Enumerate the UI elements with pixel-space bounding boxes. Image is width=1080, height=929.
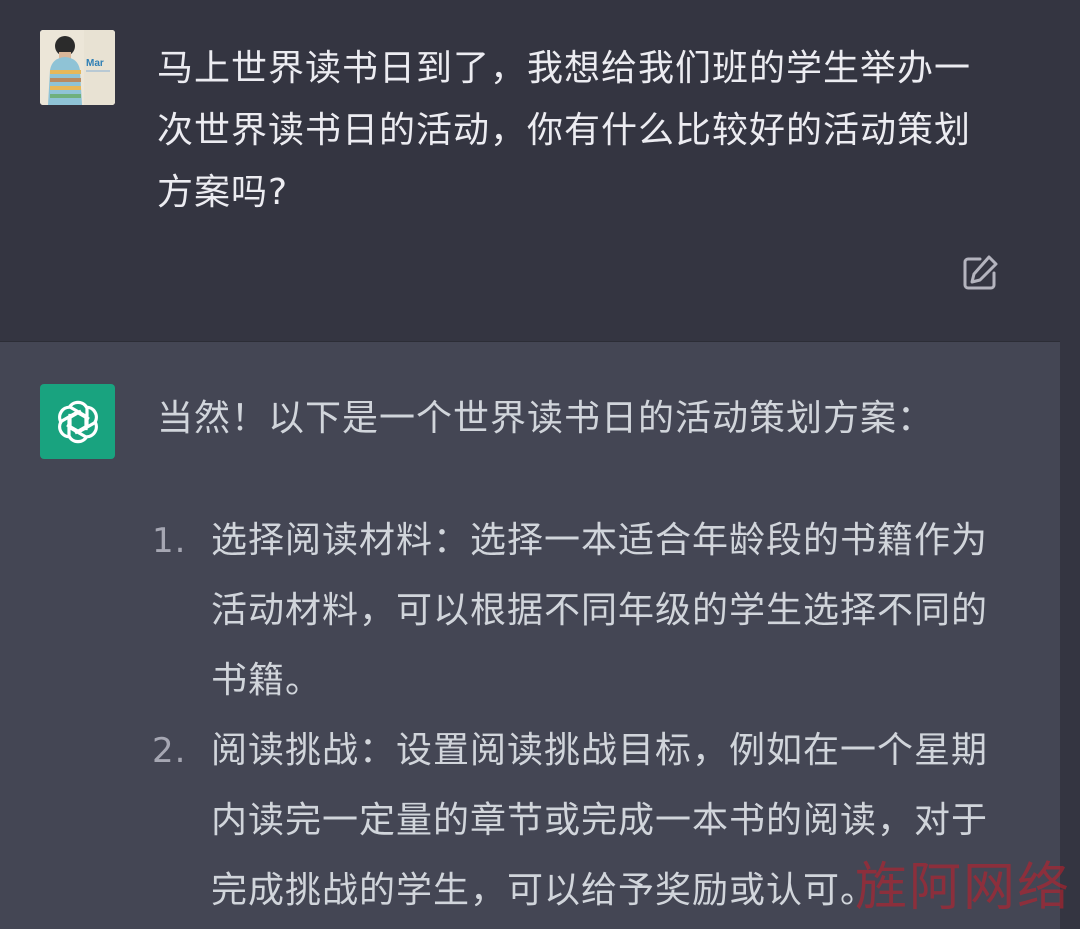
user-message-text: 马上世界读书日到了，我想给我们班的学生举办一次世界读书日的活动，你有什么比较好的… [157, 48, 972, 213]
user-photo-avatar-icon: Mar [40, 30, 115, 105]
chat-page: Mar 马上世界读书日到了，我想给我们班的学生举办一次世界读书日的活动，你有什么… [0, 0, 1080, 929]
list-item: 1. 选择阅读材料：选择一本适合年龄段的书籍作为活动材料，可以根据不同年级的学生… [0, 506, 1011, 716]
openai-logo-icon [57, 400, 98, 443]
list-item-number: 2. [152, 731, 187, 771]
scroll-gutter [1060, 341, 1080, 929]
assistant-avatar [40, 384, 115, 459]
edit-icon[interactable] [960, 253, 1000, 293]
user-message: Mar 马上世界读书日到了，我想给我们班的学生举办一次世界读书日的活动，你有什么… [0, 0, 1080, 341]
user-avatar: Mar [40, 30, 115, 105]
assistant-intro-text: 当然！以下是一个世界读书日的活动策划方案： [157, 398, 935, 439]
list-item-number: 1. [152, 521, 187, 561]
svg-text:Mar: Mar [86, 58, 104, 69]
list-item-text: 选择阅读材料：选择一本适合年龄段的书籍作为活动材料，可以根据不同年级的学生选择不… [211, 520, 989, 701]
assistant-message: 当然！以下是一个世界读书日的活动策划方案： 1. 选择阅读材料：选择一本适合年龄… [0, 341, 1060, 929]
watermark: 旌阿网络 [855, 858, 1072, 918]
